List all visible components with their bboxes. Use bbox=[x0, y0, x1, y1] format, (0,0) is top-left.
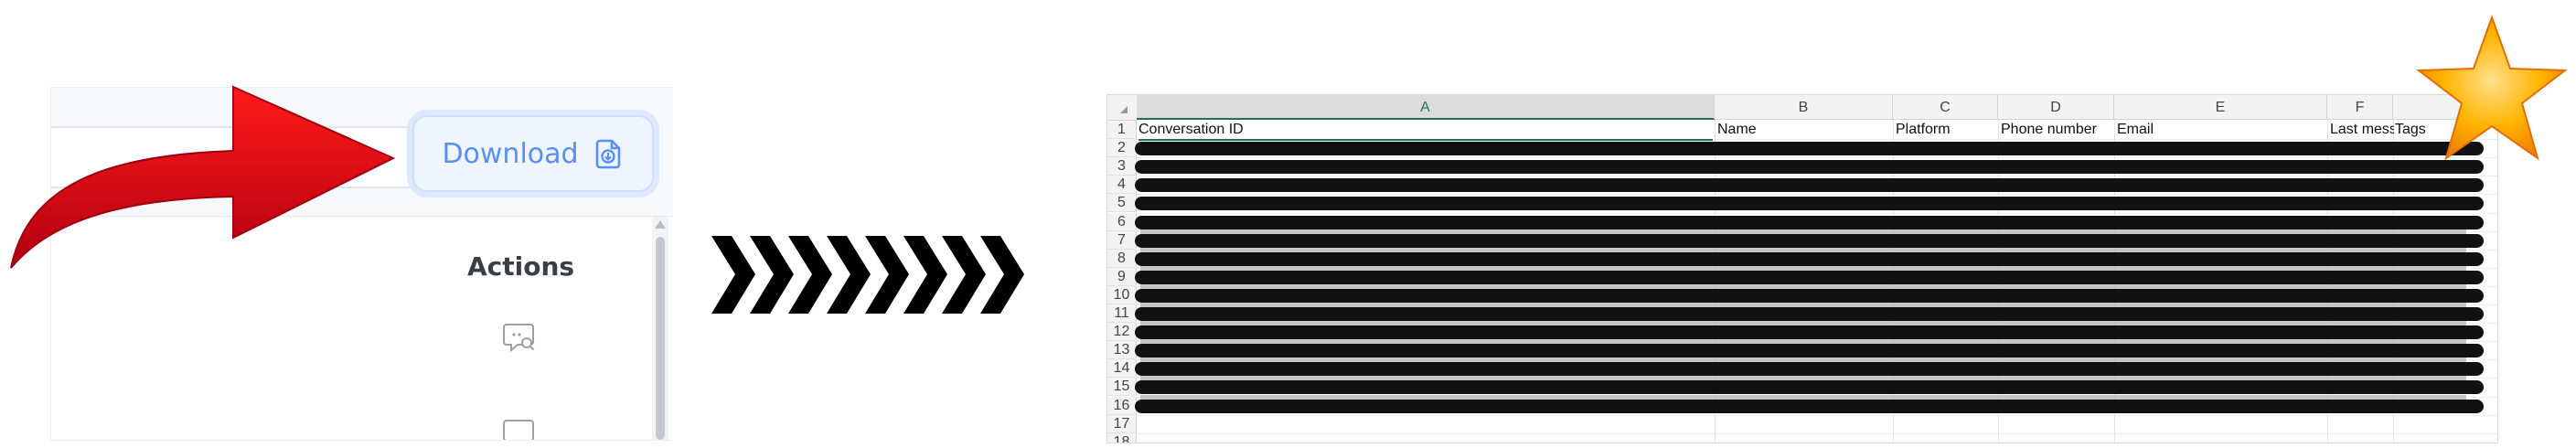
chevron-right-icon bbox=[942, 236, 986, 314]
column-header-a[interactable]: A bbox=[1137, 95, 1715, 120]
redaction-bar bbox=[1135, 380, 2484, 395]
chevron-right-icon bbox=[711, 236, 755, 314]
row-header[interactable]: 2 bbox=[1107, 139, 1137, 158]
scroll-up-arrow-icon[interactable] bbox=[655, 220, 666, 229]
star-icon bbox=[2416, 15, 2568, 161]
redaction-bar bbox=[1135, 325, 2484, 340]
chevron-right-icon bbox=[903, 236, 947, 314]
row-gridline bbox=[1137, 194, 2497, 196]
cell-e1[interactable]: Email bbox=[2117, 121, 2325, 139]
redaction-bar bbox=[1135, 215, 2484, 229]
row-header[interactable]: 15 bbox=[1107, 378, 1137, 397]
cell-d1[interactable]: Phone number bbox=[2001, 121, 2112, 139]
redaction-bar bbox=[1135, 362, 2484, 377]
chevron-right-icon bbox=[788, 236, 832, 314]
redaction-bar bbox=[1135, 288, 2484, 303]
row-header[interactable]: 6 bbox=[1107, 212, 1137, 231]
row-header[interactable]: 5 bbox=[1107, 194, 1137, 213]
row-gridline bbox=[1137, 212, 2497, 214]
row-gridline bbox=[1137, 157, 2497, 159]
scrollbar-thumb[interactable] bbox=[656, 237, 665, 440]
row-header[interactable]: 10 bbox=[1107, 285, 1137, 304]
download-button[interactable]: Download bbox=[412, 115, 654, 192]
chat-search-icon[interactable] bbox=[499, 413, 540, 441]
cell-f1[interactable]: Last mess bbox=[2330, 121, 2394, 139]
cell-c1[interactable]: Platform bbox=[1896, 121, 1996, 139]
chevron-right-icon bbox=[750, 236, 794, 314]
row-header[interactable]: 1 bbox=[1107, 121, 1137, 139]
column-header-f[interactable]: F bbox=[2327, 95, 2393, 120]
redaction-bar bbox=[1135, 233, 2484, 248]
chevron-right-icon bbox=[711, 236, 1024, 314]
row-header[interactable]: 16 bbox=[1107, 396, 1137, 415]
row-header[interactable]: 12 bbox=[1107, 323, 1137, 342]
redaction-bar bbox=[1135, 142, 2484, 156]
row-gridline bbox=[1137, 432, 2497, 434]
spreadsheet: A B C D E F 1 2 3 4 5 6 7 8 9 10 11 12 13 14 15 16 17 18 … bbox=[1106, 94, 2498, 443]
row-header[interactable]: 7 bbox=[1107, 230, 1137, 250]
chevron-right-icon bbox=[980, 236, 1024, 314]
redaction-bar bbox=[1135, 160, 2484, 175]
column-header-e[interactable]: E bbox=[2114, 95, 2327, 120]
row-header[interactable]: 13 bbox=[1107, 341, 1137, 360]
row-header[interactable]: 8 bbox=[1107, 249, 1137, 268]
chat-search-icon[interactable] bbox=[499, 317, 540, 357]
redaction-bar bbox=[1135, 270, 2484, 284]
download-file-icon bbox=[595, 139, 620, 169]
row-header[interactable]: 14 bbox=[1107, 359, 1137, 379]
redaction-bar bbox=[1135, 399, 2484, 413]
chevron-right-icon bbox=[827, 236, 871, 314]
column-header-d[interactable]: D bbox=[1998, 95, 2114, 120]
row-header[interactable]: 18 bbox=[1107, 432, 1137, 443]
select-all-corner[interactable] bbox=[1107, 95, 1138, 121]
row-header[interactable]: 17 bbox=[1107, 414, 1137, 433]
redaction-bar bbox=[1135, 307, 2484, 321]
download-button-label: Download bbox=[442, 137, 579, 170]
cell-b1[interactable]: Name bbox=[1717, 121, 1891, 139]
curved-arrow-icon bbox=[10, 85, 396, 269]
cell-a1[interactable]: Conversation ID bbox=[1138, 121, 1713, 141]
redaction-bar bbox=[1135, 197, 2484, 211]
row-header[interactable]: 4 bbox=[1107, 176, 1137, 195]
column-gridline bbox=[2497, 120, 2498, 443]
row-header[interactable]: 9 bbox=[1107, 267, 1137, 286]
redaction-bar bbox=[1135, 178, 2484, 193]
row-header[interactable]: 3 bbox=[1107, 157, 1137, 176]
row-header[interactable]: 11 bbox=[1107, 304, 1137, 323]
actions-column-header: Actions bbox=[467, 251, 575, 282]
redaction-bar bbox=[1135, 344, 2484, 358]
row-gridline bbox=[1137, 414, 2497, 416]
column-header-c[interactable]: C bbox=[1893, 95, 1998, 120]
redaction-bar bbox=[1135, 251, 2484, 266]
column-header-b[interactable]: B bbox=[1715, 95, 1893, 120]
chevron-right-icon bbox=[865, 236, 909, 314]
